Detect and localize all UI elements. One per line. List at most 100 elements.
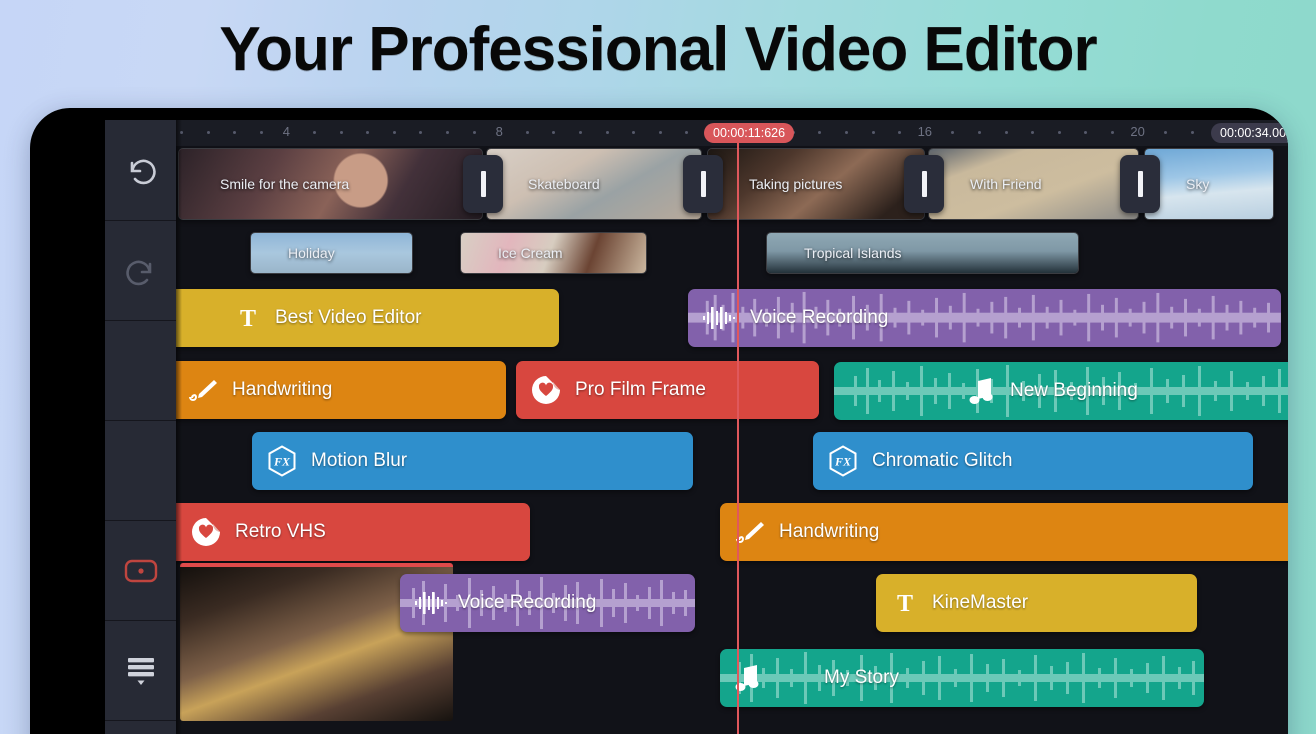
transition-handle-2[interactable]: [683, 155, 723, 213]
ruler-tick: [313, 131, 316, 134]
ruler-tick: [632, 131, 636, 134]
ruler-number: 20: [1130, 124, 1145, 139]
transition-handle-3[interactable]: [904, 155, 944, 213]
video-clip-2[interactable]: Skateboard: [486, 148, 702, 220]
svg-text:T: T: [897, 591, 913, 616]
playhead-time-badge: 00:00:11:626: [704, 123, 795, 143]
clip-label: Sky: [1186, 176, 1210, 192]
ruler-tick: [1031, 131, 1035, 134]
tool-slot-3[interactable]: [105, 321, 176, 421]
fx-icon: FX: [828, 445, 858, 477]
undo-button[interactable]: [105, 120, 176, 221]
clip-label: Taking pictures: [749, 176, 843, 192]
video-clip-4[interactable]: With Friend: [928, 148, 1139, 220]
redo-button[interactable]: [105, 221, 176, 321]
ruler-tick: [339, 131, 343, 134]
ruler-tick: [685, 131, 689, 134]
pen-icon: [735, 520, 765, 544]
playhead[interactable]: [737, 143, 739, 734]
clip-label: Smile for the camera: [220, 176, 350, 192]
overlay-clip-tropical[interactable]: Tropical Islands: [766, 232, 1079, 274]
layer-clip-pro-film-frame[interactable]: Pro Film Frame: [516, 361, 819, 419]
device-frame: 4 8 16 20 00:00:11:626 00:00:34.000 Smile f…: [30, 108, 1288, 734]
svg-text:T: T: [240, 306, 256, 331]
clip-label: Motion Blur: [311, 450, 408, 471]
tool-slot-4[interactable]: [105, 421, 176, 521]
ruler-tick: [233, 131, 237, 134]
layer-clip-voice-recording-1[interactable]: Voice Recording: [688, 289, 1281, 347]
ruler-tick: [206, 131, 210, 134]
app-screen: 4 8 16 20 00:00:11:626 00:00:34.000 Smile f…: [105, 120, 1288, 734]
clip-label: Tropical Islands: [804, 245, 902, 261]
ruler-tick: [1084, 131, 1088, 134]
clip-label: Voice Recording: [458, 592, 597, 613]
voice-icon: [702, 305, 736, 331]
clip-label: Chromatic Glitch: [872, 450, 1013, 471]
ruler-tick: [392, 131, 396, 134]
layer-clip-handwriting-1[interactable]: Handwriting: [176, 361, 506, 419]
ruler-tick: [446, 131, 449, 134]
sticker-icon: [531, 375, 561, 405]
redo-icon: [121, 251, 161, 291]
ruler-tick: [658, 131, 662, 134]
layer-clip-best-video-editor[interactable]: T Best Video Editor: [176, 289, 559, 347]
layer-clip-chromatic-glitch[interactable]: FX Chromatic Glitch: [813, 432, 1253, 490]
ruler-tick: [1164, 131, 1168, 134]
ruler-tick: [579, 131, 582, 134]
ruler-tick: [1057, 131, 1061, 134]
ruler-tick: [366, 131, 370, 134]
video-clip-5[interactable]: Sky: [1144, 148, 1274, 220]
layer-clip-handwriting-2[interactable]: Handwriting: [720, 503, 1288, 561]
clip-label: Pro Film Frame: [575, 379, 706, 400]
ruler-tick: [818, 131, 822, 134]
add-layer-button[interactable]: [105, 621, 176, 721]
ruler-tick: [259, 131, 263, 134]
clip-label: My Story: [824, 667, 899, 688]
ruler-tick: [898, 131, 902, 134]
undo-icon: [121, 150, 161, 190]
clip-label: Retro VHS: [235, 521, 326, 542]
music-note-icon: [968, 376, 996, 406]
clip-label: Skateboard: [528, 176, 600, 192]
overlay-clip-icecream[interactable]: Ice Cream: [460, 232, 647, 274]
voice-icon: [414, 590, 448, 616]
record-button[interactable]: [105, 521, 176, 621]
text-icon: T: [892, 590, 918, 616]
layer-clip-kinemaster[interactable]: T KineMaster: [876, 574, 1197, 632]
video-clip-1[interactable]: Smile for the camera: [178, 148, 483, 220]
layer-clip-new-beginning[interactable]: New Beginning: [834, 362, 1288, 420]
ruler-tick: [845, 131, 848, 134]
ruler-tick: [419, 131, 423, 134]
layer-clip-my-story[interactable]: My Story: [720, 649, 1204, 707]
transition-handle-4[interactable]: [1120, 155, 1160, 213]
ruler-tick: [180, 131, 183, 134]
tool-rail: [105, 120, 176, 734]
text-icon: T: [235, 305, 261, 331]
clip-label: Voice Recording: [750, 307, 889, 328]
video-clip-3[interactable]: Taking pictures: [707, 148, 925, 220]
ruler-tick: [978, 131, 981, 134]
clip-label: KineMaster: [932, 592, 1029, 613]
ruler-number: 16: [917, 124, 933, 139]
ruler-tick: [1111, 131, 1114, 134]
ruler-tick: [951, 131, 955, 134]
timeline[interactable]: 4 8 16 20 00:00:11:626 00:00:34.000 Smile f…: [176, 120, 1288, 734]
ruler-tick: [871, 131, 875, 134]
layers-add-icon: [125, 656, 157, 686]
layer-clip-voice-recording-2[interactable]: Voice Recording: [400, 574, 695, 632]
layer-clip-motion-blur[interactable]: FX Motion Blur: [252, 432, 693, 490]
clip-label: New Beginning: [1010, 380, 1138, 401]
export-button[interactable]: [105, 721, 176, 734]
sticker-icon: [191, 517, 221, 547]
transition-handle-1[interactable]: [463, 155, 503, 213]
ruler-number: 8: [495, 124, 503, 139]
overlay-clip-holiday[interactable]: Holiday: [250, 232, 413, 274]
clip-label: Ice Cream: [498, 245, 563, 261]
ruler-tick: [1004, 131, 1008, 134]
layer-clip-retro-vhs[interactable]: Retro VHS: [176, 503, 530, 561]
clip-label: With Friend: [970, 176, 1042, 192]
clip-label: Handwriting: [232, 379, 333, 400]
total-duration-badge: 00:00:34.000: [1211, 123, 1288, 143]
ruler-tick: [525, 131, 529, 134]
ruler-tick: [472, 131, 476, 134]
